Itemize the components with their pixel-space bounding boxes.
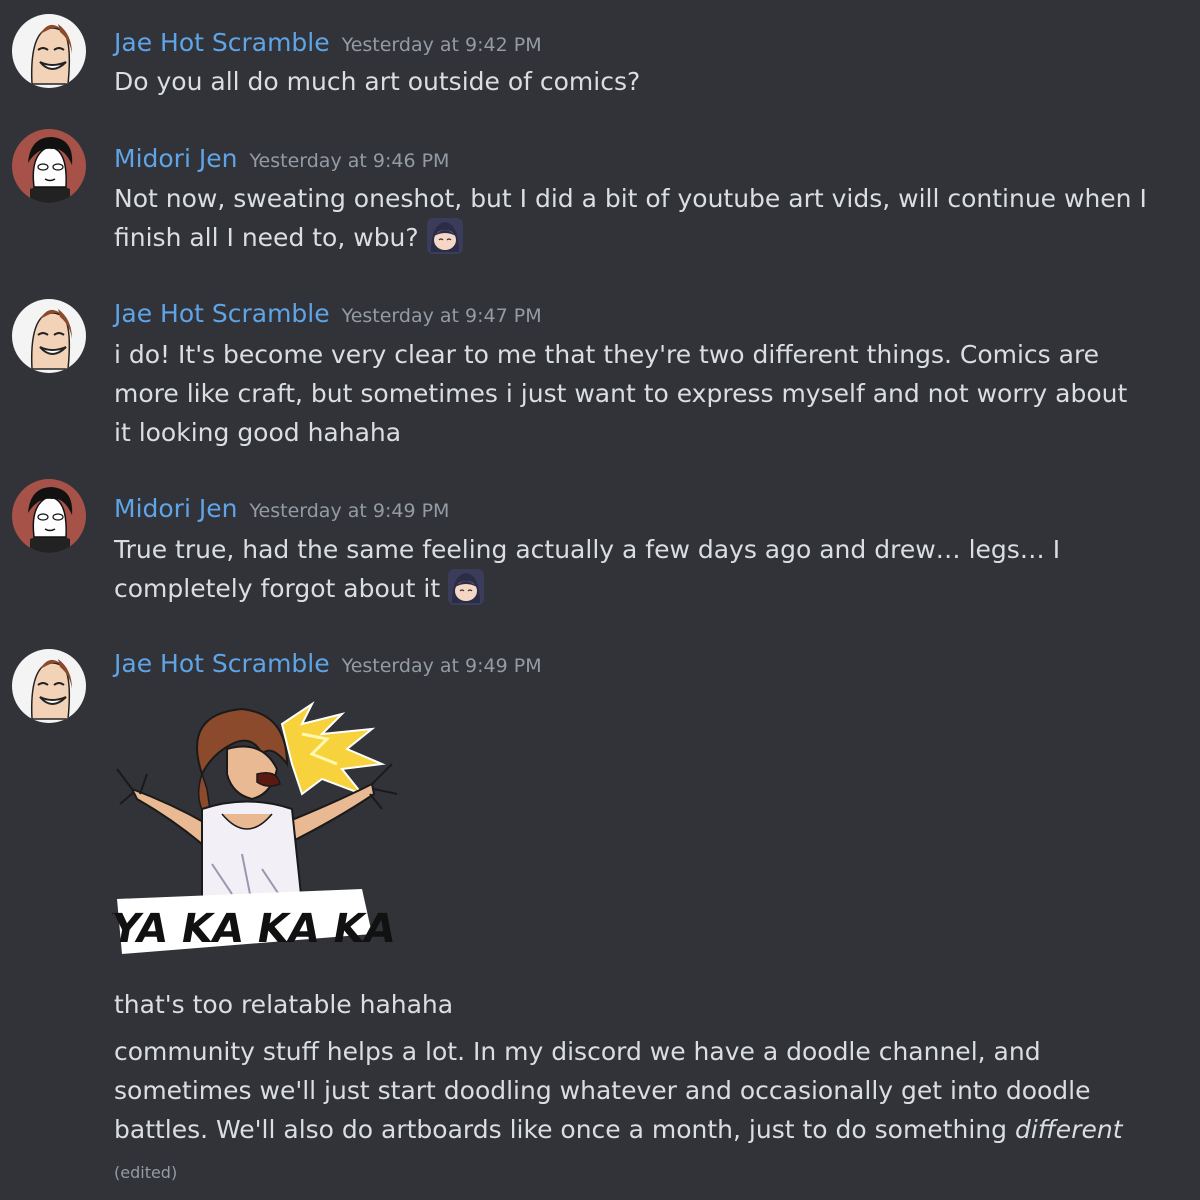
- sticker-sfx-text: KYA KA KA KA: [112, 905, 399, 952]
- message-header: Jae Hot Scramble Yesterday at 9:47 PM: [114, 299, 542, 328]
- message-text: i do! It's become very clear to me that …: [114, 340, 1100, 369]
- avatar-jae-icon[interactable]: [12, 14, 86, 88]
- avatar-midori-icon[interactable]: [12, 129, 86, 203]
- message-text: that's too relatable hahaha: [114, 990, 454, 1019]
- username[interactable]: Midori Jen: [114, 144, 237, 173]
- message-text: Do you all do much art outside of comics…: [114, 67, 641, 96]
- username[interactable]: Jae Hot Scramble: [114, 649, 330, 678]
- username[interactable]: Jae Hot Scramble: [114, 299, 330, 328]
- message-text: sometimes we'll just start doodling what…: [114, 1076, 1091, 1105]
- italic-text: different: [1014, 1115, 1123, 1144]
- message-text: completely forgot about it: [114, 574, 441, 603]
- message-text: it looking good hahaha: [114, 418, 402, 447]
- custom-emoji-icon[interactable]: [448, 569, 484, 605]
- message-text: Not now, sweating oneshot, but I did a b…: [114, 184, 1147, 213]
- avatar-jae-icon[interactable]: [12, 649, 86, 723]
- timestamp[interactable]: Yesterday at 9:49 PM: [342, 655, 542, 677]
- avatar-jae-icon[interactable]: [12, 299, 86, 373]
- avatar-midori-icon[interactable]: [12, 479, 86, 553]
- message-text-line: battles. We'll also do artboards like on…: [114, 1110, 1174, 1149]
- sticker-image[interactable]: KYA KA KA KA: [112, 694, 402, 964]
- message-text-line: finish all I need to, wbu?: [114, 218, 1174, 257]
- message-text: community stuff helps a lot. In my disco…: [114, 1037, 1041, 1066]
- edited-label: (edited): [114, 1163, 178, 1182]
- timestamp[interactable]: Yesterday at 9:49 PM: [249, 500, 449, 522]
- timestamp[interactable]: Yesterday at 9:46 PM: [249, 150, 449, 172]
- message-text: True true, had the same feeling actually…: [114, 535, 1061, 564]
- message-text: finish all I need to, wbu?: [114, 223, 419, 252]
- message-header: Midori Jen Yesterday at 9:49 PM: [114, 494, 449, 523]
- username[interactable]: Midori Jen: [114, 494, 237, 523]
- timestamp[interactable]: Yesterday at 9:47 PM: [342, 305, 542, 327]
- message-text-line: completely forgot about it: [114, 569, 1174, 608]
- custom-emoji-icon[interactable]: [427, 218, 463, 254]
- message-header: Jae Hot Scramble Yesterday at 9:42 PM: [114, 28, 542, 57]
- timestamp[interactable]: Yesterday at 9:42 PM: [342, 34, 542, 56]
- message-text: more like craft, but sometimes i just wa…: [114, 379, 1128, 408]
- message-header: Jae Hot Scramble Yesterday at 9:49 PM: [114, 649, 542, 678]
- username[interactable]: Jae Hot Scramble: [114, 28, 330, 57]
- message-text: battles. We'll also do artboards like on…: [114, 1115, 1015, 1144]
- message-header: Midori Jen Yesterday at 9:46 PM: [114, 144, 449, 173]
